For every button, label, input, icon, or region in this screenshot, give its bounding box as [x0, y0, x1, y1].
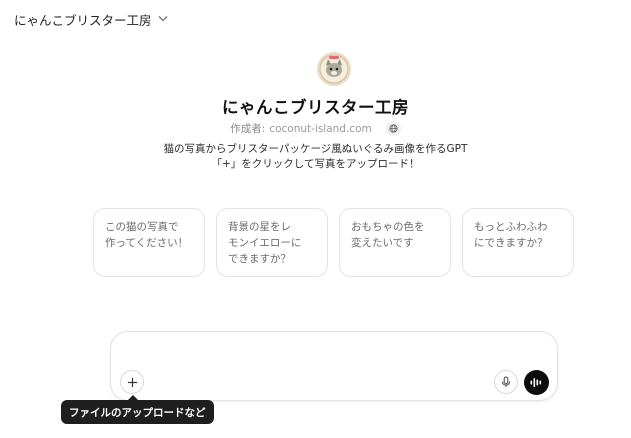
- starter-card[interactable]: この猫の写真で 作ってください！: [93, 208, 205, 277]
- creator-domain[interactable]: coconut-island.com: [269, 123, 371, 135]
- upload-tooltip: ファイルのアップロードなど: [61, 395, 214, 424]
- chevron-down-icon: [158, 15, 168, 25]
- header-title: にゃんこブリスター工房: [14, 13, 152, 28]
- message-composer[interactable]: [110, 331, 558, 401]
- starter-card[interactable]: もっとふわふわ にできますか？: [462, 208, 574, 277]
- creator-label: 作成者:: [230, 123, 266, 135]
- gpt-title-dropdown[interactable]: にゃんこブリスター工房: [14, 10, 168, 29]
- description-line-2: 「+」をクリックして写真をアップロード！: [211, 158, 420, 170]
- microphone-icon[interactable]: [494, 370, 518, 394]
- voice-mode-icon[interactable]: [524, 370, 549, 395]
- conversation-starters: この猫の写真で 作ってください！ 背景の星をレ モンイエローに できますか？ お…: [93, 208, 574, 277]
- starter-card[interactable]: 背景の星をレ モンイエローに できますか？: [216, 208, 328, 277]
- gpt-name: にゃんこブリスター工房: [222, 98, 409, 117]
- globe-icon[interactable]: [385, 121, 401, 136]
- cat-avatar-icon: [317, 52, 351, 86]
- gpt-page: にゃんこブリスター工房 にゃんこブリスター工房 作成者: coconut-isl…: [0, 0, 631, 438]
- starter-card[interactable]: おもちゃの色を 変えたいです: [339, 208, 451, 277]
- description-line-1: 猫の写真からブリスターパッケージ風ぬいぐるみ画像を作るGPT: [163, 143, 468, 155]
- plus-icon[interactable]: [120, 370, 144, 394]
- creator-info: 作成者: coconut-island.com: [0, 121, 631, 136]
- gpt-description: 猫の写真からブリスターパッケージ風ぬいぐるみ画像を作るGPT 「+」をクリックし…: [0, 142, 631, 172]
